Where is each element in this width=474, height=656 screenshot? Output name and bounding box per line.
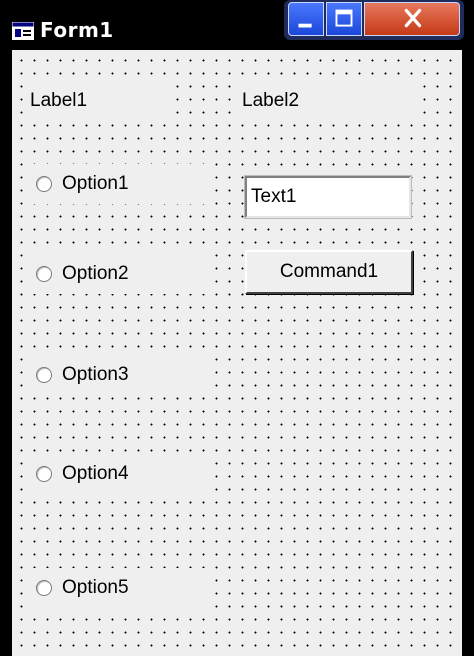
minimize-icon — [298, 23, 312, 28]
form-window: Form1 Label1 Label2 Option1 Option2 Opti… — [0, 0, 474, 656]
form-app-icon — [12, 22, 34, 40]
minimize-button[interactable] — [288, 2, 324, 36]
radio-circle-icon[interactable] — [36, 176, 52, 192]
option-button-5[interactable]: Option5 — [26, 568, 206, 608]
option-label: Option2 — [62, 263, 129, 284]
option-button-4[interactable]: Option4 — [26, 454, 206, 494]
radio-circle-icon[interactable] — [36, 580, 52, 596]
option-label: Option5 — [62, 577, 129, 598]
radio-circle-icon[interactable] — [36, 266, 52, 282]
close-button[interactable] — [364, 2, 460, 36]
maximize-icon — [335, 9, 353, 27]
option-label: Option4 — [62, 463, 129, 484]
option-label: Option1 — [62, 173, 129, 194]
close-icon — [404, 8, 422, 28]
option-button-2[interactable]: Option2 — [26, 254, 206, 294]
title-bar[interactable]: Form1 — [0, 0, 474, 50]
window-controls — [284, 0, 464, 40]
label2: Label2 — [236, 80, 422, 122]
radio-circle-icon[interactable] — [36, 367, 52, 383]
form-client-area[interactable]: Label1 Label2 Option1 Option2 Option3 Op… — [12, 50, 462, 656]
label1: Label1 — [24, 80, 170, 122]
text1-textbox[interactable]: Text1 — [244, 175, 412, 219]
radio-circle-icon[interactable] — [36, 466, 52, 482]
option-button-3[interactable]: Option3 — [26, 355, 206, 395]
option-label: Option3 — [62, 364, 129, 385]
option-button-1[interactable]: Option1 — [26, 164, 206, 204]
maximize-button[interactable] — [326, 2, 362, 36]
command1-button[interactable]: Command1 — [245, 250, 413, 294]
window-title: Form1 — [40, 18, 114, 42]
